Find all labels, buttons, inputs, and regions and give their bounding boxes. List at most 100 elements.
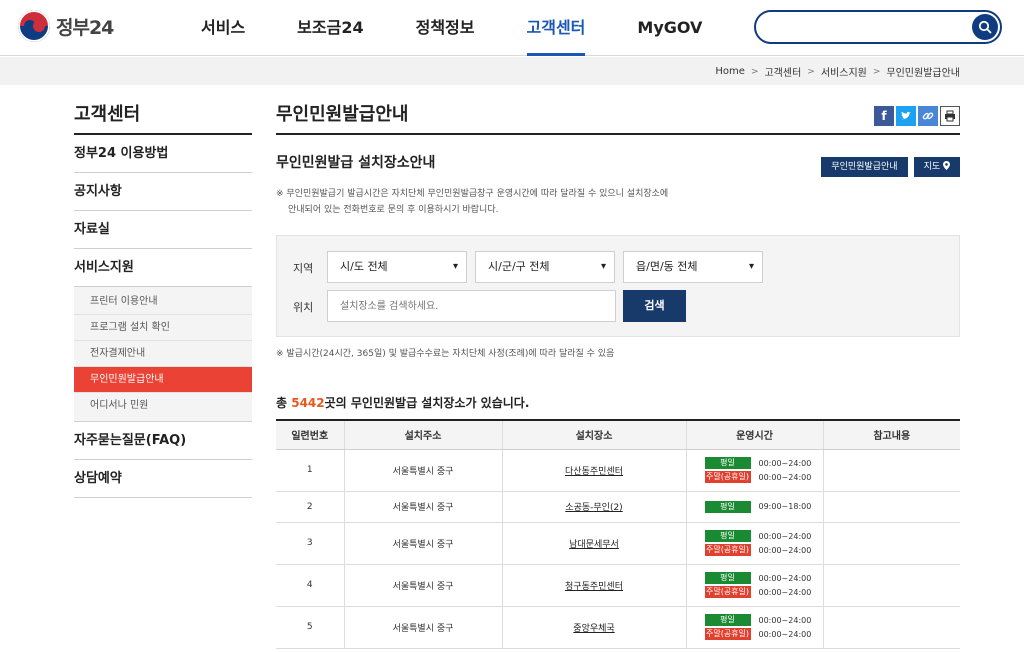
- issuance-notice: ※ 무인민원발급기 발급시간은 자치단체 무인민원발급창구 운영시간에 따라 달…: [276, 186, 746, 218]
- global-search: [754, 10, 1002, 44]
- cell-no: 2: [276, 491, 344, 523]
- sidebar-subitem-program[interactable]: 프로그램 설치 확인: [74, 315, 252, 341]
- nav-services[interactable]: 서비스: [175, 0, 271, 56]
- weekend-tag: 주말(공휴일): [704, 586, 751, 598]
- breadcrumb-customer-center[interactable]: 고객센터: [764, 64, 801, 79]
- weekend-hours: 00:00~24:00: [758, 587, 812, 597]
- map-button[interactable]: 지도: [913, 157, 960, 177]
- weekend-tag: 주말(공휴일): [704, 628, 751, 640]
- nav-mygov[interactable]: MyGOV: [611, 0, 728, 56]
- cell-hours: 평일 09:00~18:00: [685, 491, 823, 523]
- facebook-icon[interactable]: f: [874, 106, 894, 126]
- search-submit-button[interactable]: 검색: [623, 290, 686, 322]
- table-row: 5 서울특별시 중구 중앙우체국 평일 00:00~24:00 주말(공휴일) 00…: [276, 606, 960, 649]
- breadcrumb-bar: Home > 고객센터 > 서비스지원 > 무인민원발급안내: [0, 57, 1024, 85]
- sidebar-submenu: 프린터 이용안내 프로그램 설치 확인 전자결제안내 무인민원발급안내 어디서나…: [74, 287, 252, 422]
- section-buttons: 무인민원발급안내 지도: [821, 157, 960, 177]
- sidebar-subitem-printer[interactable]: 프린터 이용안내: [74, 289, 252, 315]
- total-count-text: 총 5442곳의 무인민원발급 설치장소가 있습니다.: [276, 394, 529, 411]
- map-button-label: 지도: [923, 162, 941, 172]
- cell-address: 서울특별시 중구: [343, 449, 502, 492]
- eupmyeondong-select-value: 읍/면/동 전체: [636, 260, 698, 273]
- place-link[interactable]: 청구동주민센터: [565, 582, 623, 592]
- cell-hours: 평일 00:00~24:00 주말(공휴일) 00:00~24:00: [685, 564, 823, 607]
- issuance-notice-line1: ※ 무인민원발급기 발급시간은 자치단체 무인민원발급창구 운영시간에 따라 달…: [276, 189, 669, 199]
- print-icon[interactable]: [940, 106, 960, 126]
- breadcrumb-service-support[interactable]: 서비스지원: [821, 64, 867, 79]
- region-label: 지역: [293, 262, 314, 275]
- sidebar-item-faq[interactable]: 자주묻는질문(FAQ): [74, 422, 252, 460]
- breadcrumb-home[interactable]: Home: [715, 66, 745, 77]
- fee-notice: ※ 발급시간(24시간, 365일) 및 발급수수료는 자치단체 사정(조례)에…: [276, 349, 615, 359]
- col-header-address: 설치주소: [343, 419, 502, 450]
- chevron-right-icon: >: [872, 66, 881, 77]
- kiosk-info-button[interactable]: 무인민원발급안내: [821, 157, 908, 177]
- weekday-hours: 00:00~24:00: [758, 573, 812, 583]
- weekday-tag: 평일: [704, 500, 751, 513]
- breadcrumb-current[interactable]: 무인민원발급안내: [886, 64, 960, 79]
- link-icon[interactable]: [918, 106, 938, 126]
- nav-policy[interactable]: 정책정보: [390, 0, 501, 56]
- site-header: 정부24 서비스 보조금24 정책정보 고객센터 MyGOV: [0, 0, 1024, 56]
- table-header-row: 일련번호 설치주소 설치장소 운영시간 참고내용: [276, 419, 960, 450]
- weekend-tag: 주말(공휴일): [704, 544, 751, 556]
- total-prefix: 총: [276, 396, 292, 410]
- place-link[interactable]: 중앙우체국: [573, 624, 614, 634]
- cell-no: 3: [276, 522, 344, 565]
- col-header-note: 참고내용: [822, 419, 960, 450]
- global-search-input[interactable]: [770, 17, 970, 37]
- cell-address: 서울특별시 중구: [343, 606, 502, 649]
- table-row: 2 서울특별시 중구 소공동-무인(2) 평일 09:00~18:00: [276, 491, 960, 523]
- chevron-right-icon: >: [807, 66, 815, 77]
- col-header-place: 설치장소: [501, 419, 686, 450]
- twitter-icon[interactable]: [896, 106, 916, 126]
- location-search-input[interactable]: [328, 291, 615, 321]
- chevron-down-icon: ▾: [452, 261, 458, 272]
- place-link[interactable]: 남대문세무서: [569, 540, 619, 550]
- search-filter-panel: 지역 시/도 전체 ▾ 시/군/구 전체 ▾ 읍/면/동 전체 ▾ 위치 검색: [276, 235, 960, 337]
- cell-no: 1: [276, 449, 344, 492]
- sidebar-title: 고객센터: [74, 100, 252, 135]
- sidebar-item-resources[interactable]: 자료실: [74, 211, 252, 249]
- place-link[interactable]: 다산동주민센터: [565, 467, 623, 477]
- sidebar-item-how-to-use[interactable]: 정부24 이용방법: [74, 135, 252, 173]
- cell-no: 5: [276, 606, 344, 649]
- sidebar-subitem-kiosk[interactable]: 무인민원발급안내: [74, 367, 252, 393]
- cell-address: 서울특별시 중구: [343, 522, 502, 565]
- share-tools: f: [874, 106, 960, 126]
- breadcrumb: Home > 고객센터 > 서비스지원 > 무인민원발급안내: [715, 64, 960, 79]
- weekend-tag: 주말(공휴일): [704, 471, 751, 483]
- cell-place: 남대문세무서: [501, 522, 686, 565]
- location-label: 위치: [293, 301, 314, 314]
- location-field: [327, 290, 616, 322]
- sidebar-item-consultation[interactable]: 상담예약: [74, 460, 252, 498]
- weekend-hours: 00:00~24:00: [758, 545, 812, 555]
- weekday-hours: 09:00~18:00: [758, 502, 812, 511]
- page-title: 무인민원발급안내: [276, 104, 409, 125]
- eupmyeondong-select[interactable]: 읍/면/동 전체 ▾: [623, 251, 763, 283]
- main-content: 무인민원발급안내 f 무인민원발급 설치장소안내 무인민원발급안내 지도 ※ 무…: [276, 100, 960, 649]
- logo[interactable]: 정부24: [18, 10, 114, 42]
- page-title-row: 무인민원발급안내 f: [276, 100, 960, 135]
- nav-subsidy24[interactable]: 보조금24: [271, 0, 389, 56]
- sigungu-select-value: 시/군/구 전체: [488, 260, 550, 273]
- sigungu-select[interactable]: 시/군/구 전체 ▾: [475, 251, 615, 283]
- sidebar-item-notices[interactable]: 공지사항: [74, 173, 252, 211]
- total-count: 5442: [291, 396, 325, 410]
- sidebar-subitem-payment[interactable]: 전자결제안내: [74, 341, 252, 367]
- place-link[interactable]: 소공동-무인(2): [565, 503, 622, 513]
- cell-place: 다산동주민센터: [501, 449, 686, 492]
- weekday-hours: 00:00~24:00: [758, 615, 812, 625]
- search-button[interactable]: [972, 14, 998, 40]
- col-header-hours: 운영시간: [685, 419, 823, 450]
- nav-customer-center[interactable]: 고객센터: [501, 0, 612, 56]
- search-icon: [978, 20, 992, 34]
- table-row: 1 서울특별시 중구 다산동주민센터 평일 00:00~24:00 주말(공휴일)…: [276, 449, 960, 492]
- sido-select[interactable]: 시/도 전체 ▾: [327, 251, 467, 283]
- weekday-hours: 00:00~24:00: [758, 458, 812, 468]
- cell-place: 청구동주민센터: [501, 564, 686, 607]
- weekday-tag: 평일: [704, 530, 751, 542]
- sidebar-subitem-anywhere[interactable]: 어디서나 민원: [74, 393, 252, 419]
- cell-note: [822, 606, 960, 649]
- sidebar-item-service-support[interactable]: 서비스지원: [74, 249, 252, 287]
